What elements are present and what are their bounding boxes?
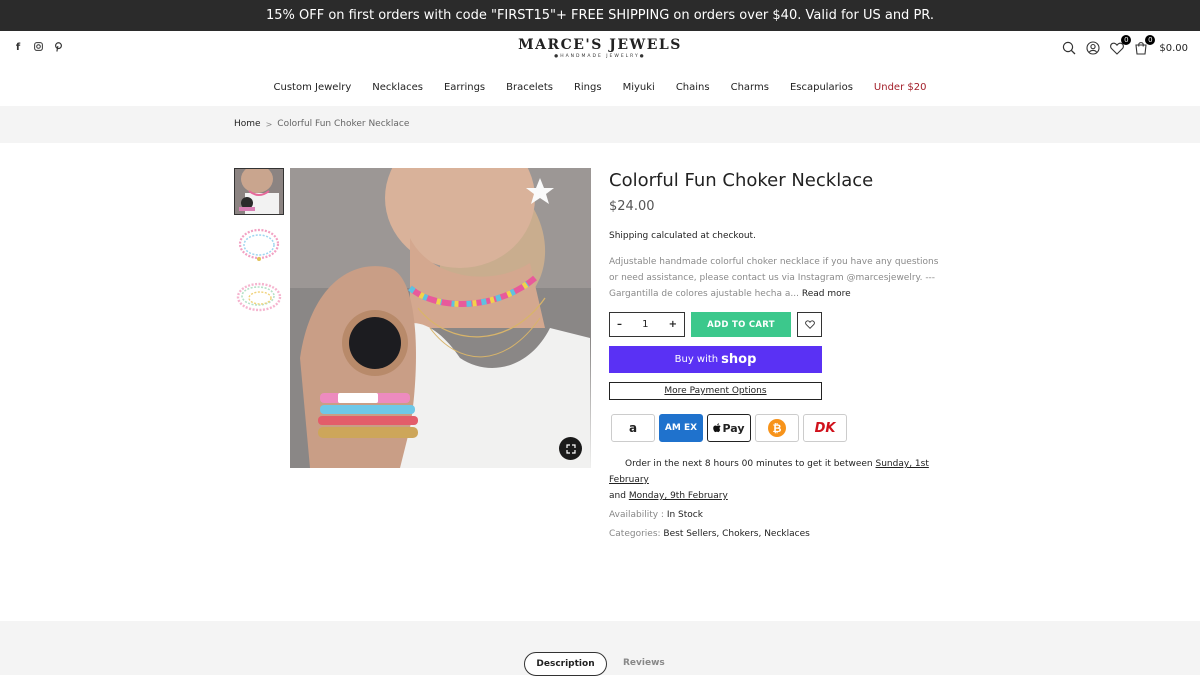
- amex-glyph: AM EX: [664, 423, 698, 433]
- product-thumbnail-3[interactable]: [234, 274, 284, 321]
- bitcoin-glyph: ₿: [768, 419, 786, 437]
- qty-value[interactable]: 1: [642, 319, 648, 330]
- breadcrumb-current: Colorful Fun Choker Necklace: [277, 119, 410, 129]
- amex-icon: AM EX: [659, 414, 703, 442]
- facebook-icon[interactable]: f: [13, 42, 23, 55]
- buy-with-label: Buy with: [674, 354, 719, 365]
- buy-with-shop-button[interactable]: Buy with shop: [609, 346, 822, 373]
- product-thumbnails: [234, 168, 284, 327]
- nav-item-rings[interactable]: Rings: [574, 78, 602, 98]
- apple-pay-text: Pay: [722, 421, 745, 435]
- zoom-expand-icon[interactable]: [559, 437, 582, 460]
- site-header: f MARCE'S JEWELS ●HANDMADE JEWELRY● 0 0 …: [0, 31, 1200, 68]
- apple-logo-icon: [713, 423, 722, 433]
- delivery-prefix: Order in the next 8 hours 00 minutes to …: [625, 459, 873, 469]
- account-icon[interactable]: [1085, 40, 1101, 56]
- instagram-icon[interactable]: [33, 42, 43, 55]
- product-title: Colorful Fun Choker Necklace: [609, 170, 874, 191]
- product-description: Adjustable handmade colorful choker neck…: [609, 254, 949, 302]
- more-payment-options-link[interactable]: More Payment Options: [609, 382, 822, 400]
- announcement-text: 15% OFF on first orders with code "FIRST…: [265, 8, 934, 23]
- product-main-image[interactable]: [290, 168, 591, 468]
- delivery-and: and: [609, 491, 626, 501]
- category-link-chokers[interactable]: Chokers: [722, 529, 758, 539]
- availability-label: Availability :: [609, 510, 664, 520]
- nav-item-custom-jewelry[interactable]: Custom Jewelry: [274, 78, 352, 98]
- breadcrumb-home[interactable]: Home: [234, 119, 261, 129]
- nav-item-chains[interactable]: Chains: [676, 78, 710, 98]
- category-link-best-sellers[interactable]: Best Sellers: [663, 529, 716, 539]
- shipping-note: Shipping calculated at checkout.: [609, 231, 756, 241]
- category-link-necklaces[interactable]: Necklaces: [764, 529, 810, 539]
- purchase-row: – 1 + ADD TO CART: [609, 312, 822, 337]
- social-links: f: [13, 42, 63, 55]
- breadcrumb-bar: Home > Colorful Fun Choker Necklace: [0, 106, 1200, 143]
- tab-description[interactable]: Description: [524, 652, 607, 676]
- logo-name: MARCE'S JEWELS: [518, 37, 682, 53]
- amazon-pay-icon: a: [611, 414, 655, 442]
- payment-icons: a AM EX Pay ₿ DK: [611, 414, 847, 442]
- nav-item-charms[interactable]: Charms: [731, 78, 769, 98]
- tab-reviews[interactable]: Reviews: [623, 658, 665, 668]
- site-logo[interactable]: MARCE'S JEWELS ●HANDMADE JEWELRY●: [500, 37, 700, 59]
- cart-total[interactable]: $0.00: [1159, 43, 1188, 54]
- product-tabs: Description Reviews: [0, 621, 1200, 676]
- product-thumbnail-1[interactable]: [234, 168, 284, 215]
- categories-label: Categories:: [609, 529, 661, 539]
- logo-tagline: ●HANDMADE JEWELRY●: [554, 54, 646, 59]
- description-text: Adjustable handmade colorful choker neck…: [609, 257, 939, 299]
- nav-item-earrings[interactable]: Earrings: [444, 78, 485, 98]
- dankort-glyph: DK: [814, 420, 836, 436]
- add-to-cart-button[interactable]: ADD TO CART: [691, 312, 791, 337]
- main-nav: Custom Jewelry Necklaces Earrings Bracel…: [0, 78, 1200, 98]
- shop-brand: shop: [721, 352, 757, 367]
- amazon-glyph: a: [628, 421, 638, 435]
- delivery-estimate: Order in the next 8 hours 00 minutes to …: [609, 456, 959, 504]
- availability: Availability : In Stock: [609, 510, 703, 520]
- product-info: Colorful Fun Choker Necklace $24.00 Ship…: [609, 168, 959, 539]
- breadcrumb: Home > Colorful Fun Choker Necklace: [234, 119, 409, 129]
- cart-icon[interactable]: 0: [1133, 35, 1156, 56]
- wishlist-count-badge: 0: [1121, 35, 1132, 45]
- wishlist-icon[interactable]: 0: [1109, 35, 1132, 56]
- announcement-bar: 15% OFF on first orders with code "FIRST…: [0, 0, 1200, 31]
- qty-minus-button[interactable]: –: [617, 319, 622, 330]
- search-icon[interactable]: [1061, 40, 1077, 56]
- nav-item-under-20[interactable]: Under $20: [874, 78, 927, 98]
- nav-item-necklaces[interactable]: Necklaces: [372, 78, 423, 98]
- product-price: $24.00: [609, 199, 655, 214]
- nav-item-bracelets[interactable]: Bracelets: [506, 78, 553, 98]
- product-thumbnail-2[interactable]: [234, 221, 284, 268]
- qty-plus-button[interactable]: +: [669, 319, 677, 330]
- breadcrumb-separator: >: [265, 119, 273, 129]
- quantity-stepper[interactable]: – 1 +: [609, 312, 685, 337]
- read-more-link[interactable]: Read more: [802, 289, 851, 299]
- dankort-icon: DK: [803, 414, 847, 442]
- cart-count-badge: 0: [1145, 35, 1156, 45]
- pinterest-icon[interactable]: [53, 42, 63, 55]
- heart-icon: [804, 320, 815, 329]
- category-separator: ,: [758, 529, 762, 539]
- nav-item-escapularios[interactable]: Escapularios: [790, 78, 853, 98]
- availability-value: In Stock: [666, 510, 703, 520]
- add-to-wishlist-button[interactable]: [797, 312, 822, 337]
- delivery-date-end: Monday, 9th February: [628, 491, 728, 501]
- bitcoin-icon: ₿: [755, 414, 799, 442]
- category-separator: ,: [716, 529, 720, 539]
- categories: Categories: Best Sellers, Chokers, Neckl…: [609, 529, 810, 539]
- nav-item-miyuki[interactable]: Miyuki: [623, 78, 655, 98]
- header-icons: 0 0 $0.00: [1061, 35, 1188, 56]
- apple-pay-icon: Pay: [707, 414, 751, 442]
